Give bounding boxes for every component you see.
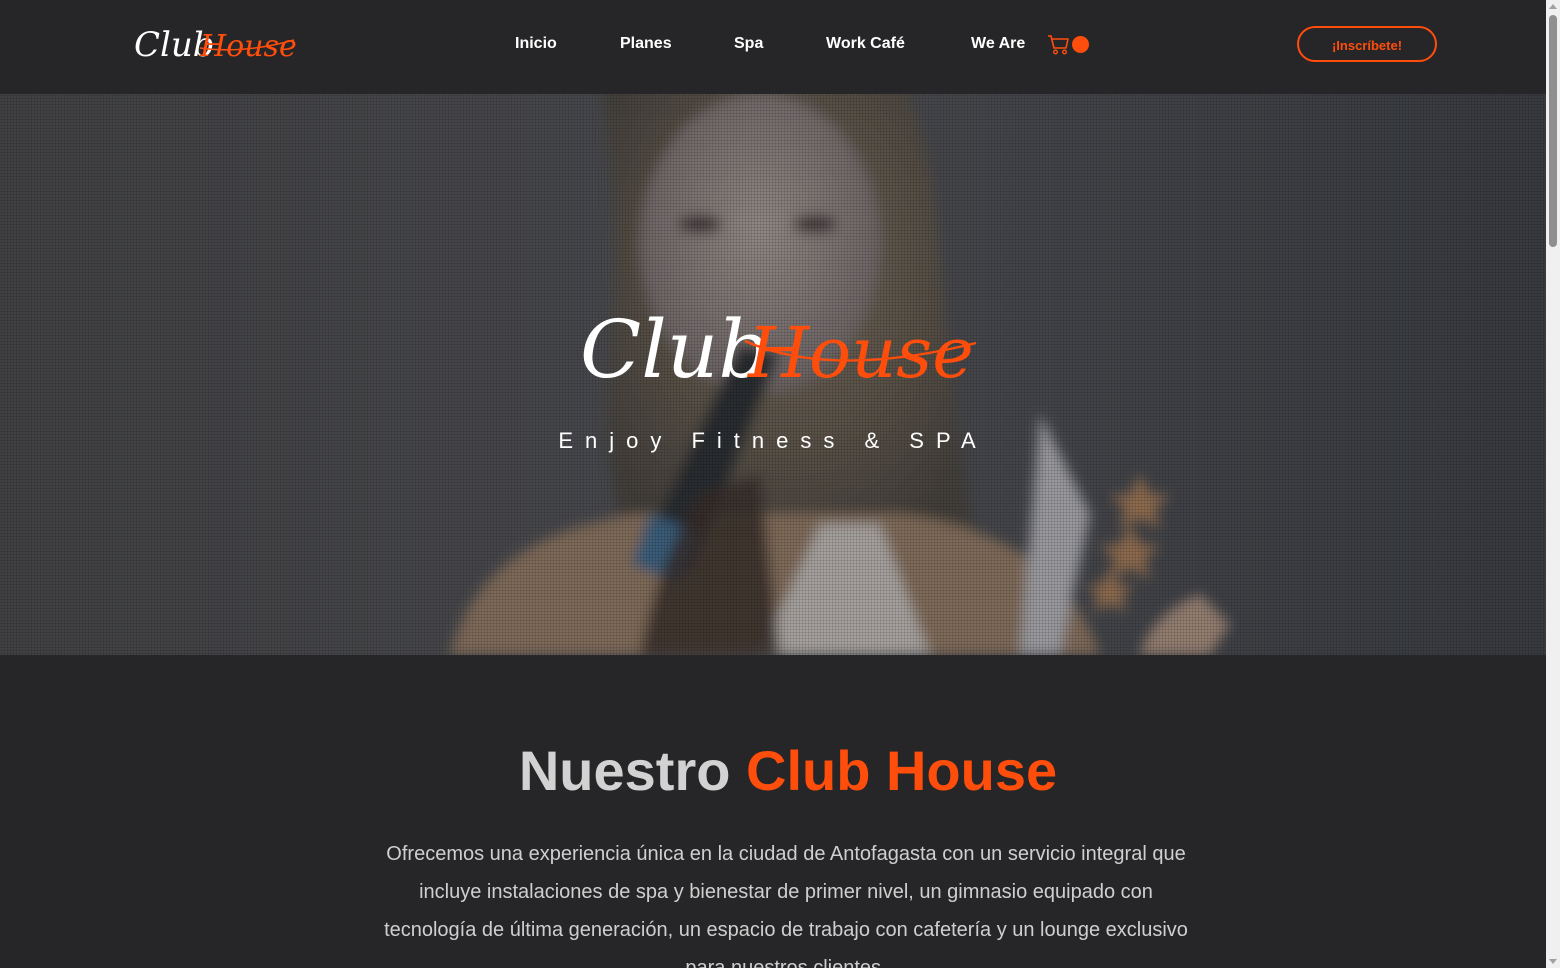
scroll-up-arrow-icon[interactable] — [1549, 4, 1557, 9]
nav-item-spa[interactable]: Spa — [734, 34, 763, 54]
hero-club-house-logo: Club House — [580, 303, 977, 396]
signup-button[interactable]: ¡Inscríbete! — [1297, 26, 1437, 62]
about-section: Nuestro Club House Ofrecemos una experie… — [0, 655, 1546, 968]
cart-count-badge — [1072, 36, 1089, 53]
cart-button[interactable] — [1047, 32, 1093, 58]
site-header: Club House Inicio Planes Spa Work Café W… — [0, 0, 1546, 94]
page: Club House Inicio Planes Spa Work Café W… — [0, 0, 1560, 968]
hero-banner: Club House Enjoy Fitness & SPA — [0, 94, 1546, 655]
shopping-cart-icon — [1048, 35, 1069, 55]
hero-tagline: Enjoy Fitness & SPA — [558, 428, 988, 453]
section-title: Nuestro Club House — [0, 739, 1560, 803]
hero-logo-word-club: Club — [580, 303, 770, 396]
section-title-part1: Nuestro — [518, 739, 747, 802]
scroll-down-arrow-icon[interactable] — [1549, 959, 1557, 964]
section-description: Ofrecemos una experiencia única en la ci… — [384, 843, 1188, 968]
page-scrollbar[interactable] — [1546, 0, 1560, 968]
nav-item-planes[interactable]: Planes — [620, 34, 672, 54]
nav-item-inicio[interactable]: Inicio — [515, 34, 557, 54]
section-title-part2: Club House — [746, 739, 1058, 802]
nav-item-we-are[interactable]: We Are — [971, 34, 1025, 54]
nav-item-work-cafe[interactable]: Work Café — [826, 34, 905, 54]
scrollbar-thumb[interactable] — [1549, 15, 1557, 247]
